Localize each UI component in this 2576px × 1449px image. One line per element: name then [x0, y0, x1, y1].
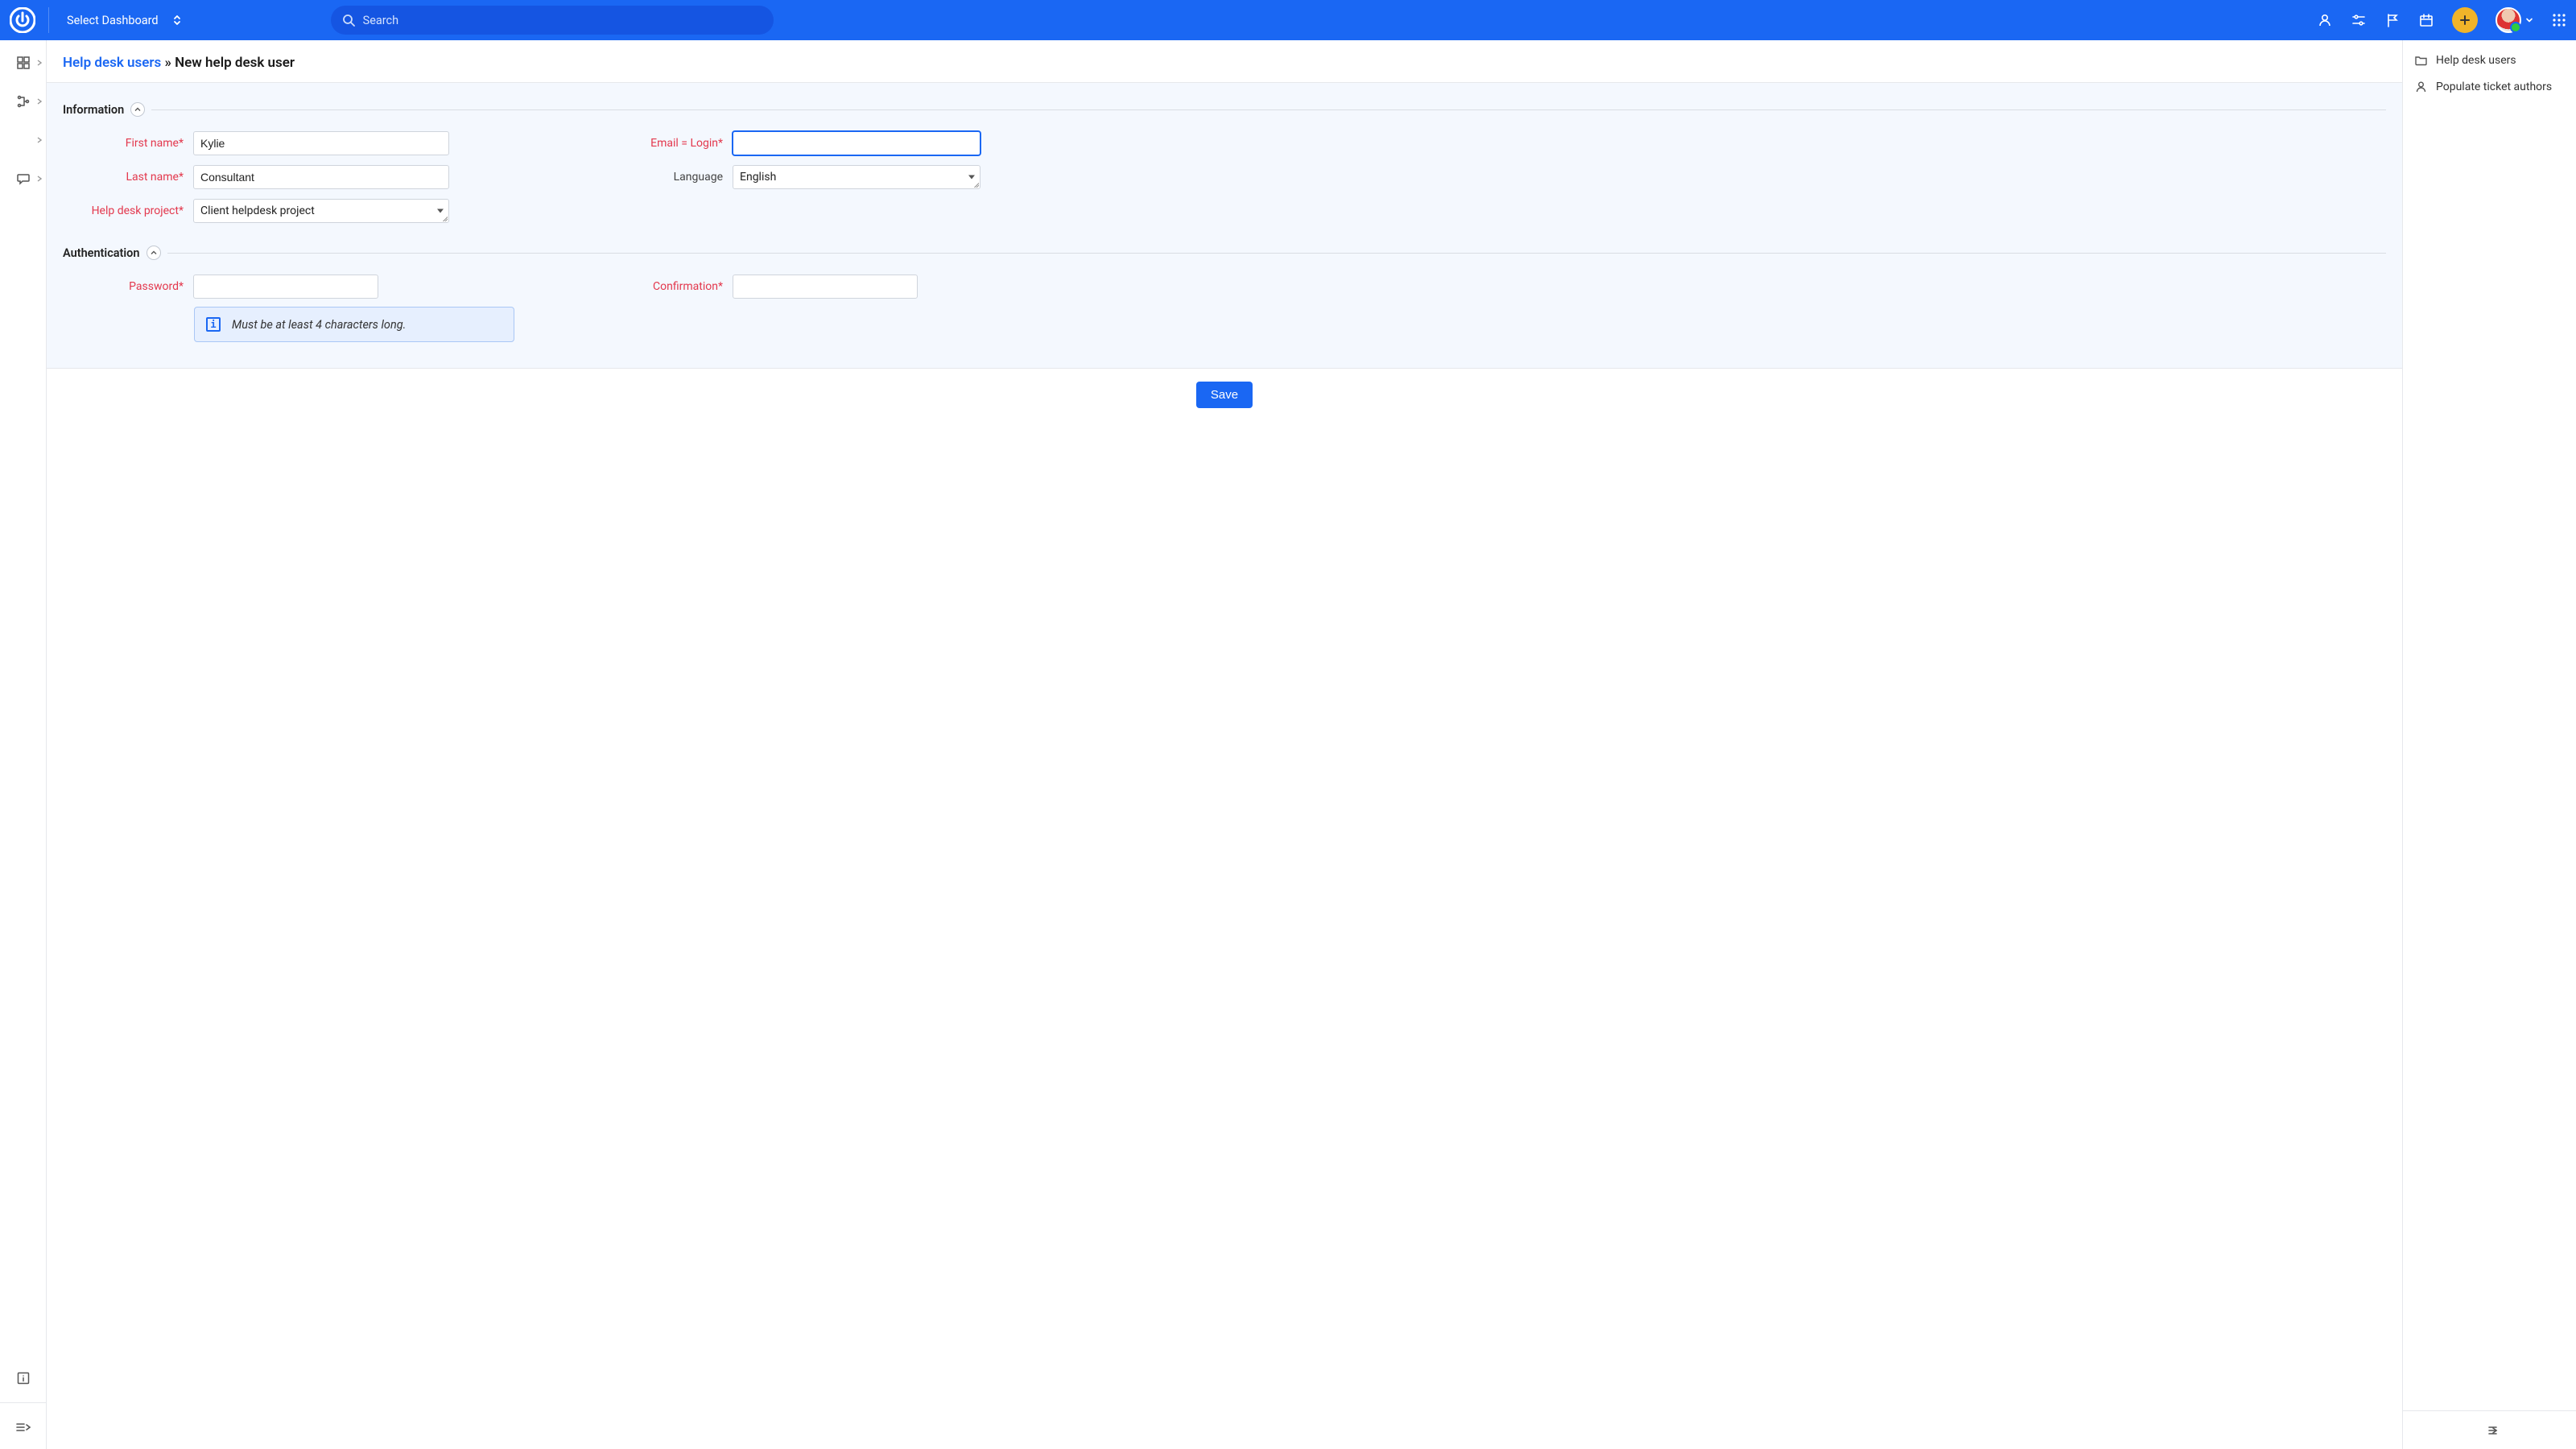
- search-placeholder: Search: [363, 14, 399, 27]
- nav-expand-button[interactable]: [0, 1402, 46, 1441]
- confirmation-input[interactable]: [733, 275, 918, 299]
- search-input[interactable]: Search: [331, 6, 774, 35]
- email-login-row: Email = Login*: [530, 131, 980, 155]
- help-desk-project-value: Client helpdesk project: [200, 204, 315, 217]
- topbar: Select Dashboard Search: [0, 0, 2576, 40]
- person-icon: [2414, 80, 2428, 93]
- language-value: English: [740, 171, 776, 184]
- nav-dashboard-icon[interactable]: [0, 53, 46, 72]
- avatar: [2496, 7, 2521, 33]
- section-collapse-button[interactable]: [130, 102, 145, 117]
- right-panel-item-label: Populate ticket authors: [2436, 80, 2552, 93]
- breadcrumb-link[interactable]: Help desk users: [63, 55, 161, 71]
- breadcrumb: Help desk users » New help desk user: [47, 40, 2402, 82]
- calendar-icon[interactable]: [2418, 12, 2434, 28]
- breadcrumb-sep: »: [161, 55, 175, 71]
- user-menu[interactable]: [2496, 7, 2534, 33]
- app-logo[interactable]: [10, 7, 35, 33]
- section-information-header: Information: [63, 102, 2386, 117]
- first-name-row: First name*: [63, 131, 514, 155]
- left-nav: [0, 40, 47, 1449]
- chevron-right-icon: [36, 175, 43, 183]
- topbar-actions: [2317, 7, 2566, 33]
- section-information-title: Information: [63, 103, 124, 117]
- chevron-down-icon: [2524, 15, 2534, 25]
- chevron-updown-icon: [171, 14, 183, 27]
- apps-grid-icon[interactable]: [2552, 13, 2566, 27]
- right-panel: Help desk users Populate ticket authors: [2402, 40, 2576, 1449]
- nav-blank-item[interactable]: [0, 130, 46, 150]
- help-desk-project-label: Help desk project*: [63, 204, 184, 217]
- first-name-input[interactable]: [193, 131, 449, 155]
- user-icon[interactable]: [2317, 12, 2333, 28]
- sliders-icon[interactable]: [2351, 12, 2367, 28]
- chevron-right-icon: [36, 59, 43, 67]
- language-row: Language English: [530, 165, 980, 189]
- last-name-input[interactable]: [193, 165, 449, 189]
- folder-icon: [2414, 53, 2428, 67]
- resize-handle-icon: [974, 183, 979, 188]
- password-input[interactable]: [193, 275, 378, 299]
- chevron-right-icon: [36, 136, 43, 144]
- help-desk-project-select[interactable]: Client helpdesk project: [193, 199, 449, 223]
- first-name-label: First name*: [63, 137, 184, 150]
- right-panel-item-help-desk-users[interactable]: Help desk users: [2403, 40, 2576, 73]
- email-login-label: Email = Login*: [530, 137, 723, 150]
- password-hint: i Must be at least 4 characters long.: [194, 307, 514, 342]
- section-collapse-button[interactable]: [147, 246, 161, 260]
- dashboard-selector[interactable]: Select Dashboard: [62, 10, 188, 31]
- flag-icon[interactable]: [2384, 12, 2401, 28]
- last-name-label: Last name*: [63, 171, 184, 184]
- save-row: Save: [47, 369, 2402, 421]
- confirmation-label: Confirmation*: [530, 280, 723, 293]
- last-name-row: Last name*: [63, 165, 514, 189]
- help-desk-project-row: Help desk project* Client helpdesk proje…: [63, 199, 514, 223]
- right-panel-item-label: Help desk users: [2436, 54, 2516, 67]
- section-authentication-title: Authentication: [63, 246, 140, 260]
- email-login-input[interactable]: [733, 131, 980, 155]
- language-label: Language: [530, 171, 723, 184]
- main-content: Help desk users » New help desk user Inf…: [47, 40, 2402, 1449]
- nav-info-icon[interactable]: [0, 1368, 46, 1388]
- add-button[interactable]: [2452, 7, 2478, 33]
- form-panel: Information First name* Email = Login* L…: [47, 82, 2402, 369]
- password-label: Password*: [63, 280, 184, 293]
- right-panel-collapse-button[interactable]: [2403, 1410, 2576, 1449]
- right-panel-item-populate-authors[interactable]: Populate ticket authors: [2403, 73, 2576, 100]
- resize-handle-icon: [443, 217, 448, 221]
- chevron-right-icon: [36, 97, 43, 105]
- password-hint-text: Must be at least 4 characters long.: [232, 318, 406, 332]
- section-authentication-header: Authentication: [63, 246, 2386, 260]
- confirmation-row: Confirmation*: [530, 275, 980, 299]
- nav-chat-icon[interactable]: [0, 169, 46, 188]
- nav-tree-icon[interactable]: [0, 92, 46, 111]
- info-icon: i: [206, 317, 221, 332]
- search-icon: [342, 14, 355, 27]
- topbar-divider: [48, 7, 49, 33]
- password-row: Password*: [63, 275, 514, 299]
- dashboard-selector-label: Select Dashboard: [67, 14, 159, 27]
- save-button[interactable]: Save: [1196, 382, 1253, 408]
- breadcrumb-current: New help desk user: [175, 55, 295, 71]
- language-select[interactable]: English: [733, 165, 980, 189]
